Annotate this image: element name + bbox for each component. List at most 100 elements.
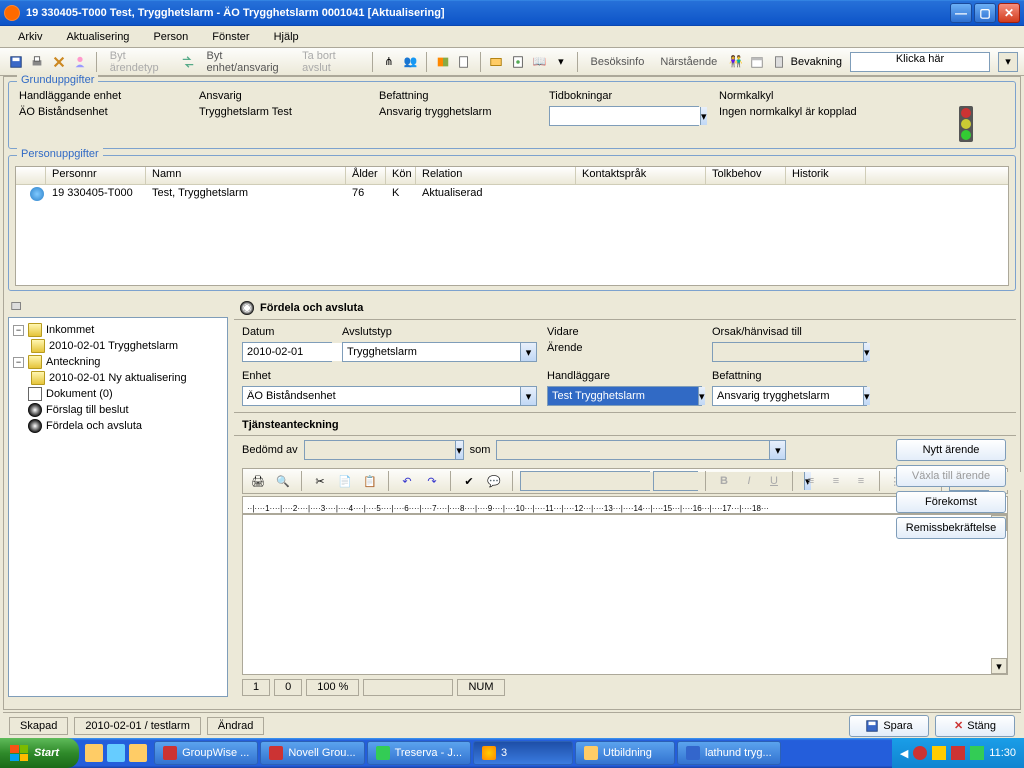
menu-aktualisering[interactable]: Aktualisering <box>56 29 139 45</box>
narstaende-button[interactable]: Närstående <box>653 53 724 71</box>
tray-expand-icon[interactable]: ◀ <box>900 747 908 760</box>
menu-arkiv[interactable]: Arkiv <box>8 29 52 45</box>
people-icon[interactable]: 👫 <box>726 51 745 73</box>
ql-icon-3[interactable] <box>129 744 147 762</box>
scroll-down-icon[interactable]: ▾ <box>991 658 1007 674</box>
tree-tool-icon[interactable] <box>8 297 26 315</box>
book2-icon[interactable]: 📖 <box>530 51 549 73</box>
besoksinfo-button[interactable]: Besöksinfo <box>584 53 652 71</box>
rt-align-center-icon[interactable]: ≡ <box>825 470 847 492</box>
quick-launch <box>85 744 147 762</box>
vaxla-button[interactable]: Växla till ärende <box>896 465 1006 487</box>
task-treserva[interactable]: Treserva - J... <box>367 741 471 765</box>
handlaggare-combo[interactable]: ▾ <box>547 386 702 406</box>
col-historik[interactable]: Historik <box>786 167 866 184</box>
collapse-icon[interactable]: − <box>13 325 24 336</box>
rt-italic-icon[interactable]: I <box>738 470 760 492</box>
rt-redo-icon[interactable]: ↷ <box>421 470 443 492</box>
book-icon[interactable] <box>433 51 452 73</box>
col-relation[interactable]: Relation <box>416 167 576 184</box>
col-kontaktsprak[interactable]: Kontaktspråk <box>576 167 706 184</box>
spara-button[interactable]: Spara <box>849 715 929 737</box>
minimize-button[interactable]: — <box>950 3 972 23</box>
collapse-icon[interactable]: − <box>13 357 24 368</box>
stang-button[interactable]: ✕ Stäng <box>935 715 1015 737</box>
menu-fonster[interactable]: Fönster <box>202 29 259 45</box>
tja-header: Tjänsteanteckning <box>234 412 1016 436</box>
ql-icon-2[interactable] <box>107 744 125 762</box>
rt-spell-icon[interactable]: ✔ <box>458 470 480 492</box>
dropdown-icon[interactable]: ▾ <box>551 51 570 73</box>
tree-inkommet-child[interactable]: 2010-02-01 Trygghetslarm <box>31 338 223 354</box>
delete-icon[interactable] <box>49 51 68 73</box>
swap-icon[interactable] <box>178 51 197 73</box>
rt-cut-icon[interactable]: ✂ <box>309 470 331 492</box>
mail-icon[interactable] <box>487 51 506 73</box>
byt-enhet-button[interactable]: Byt enhet/ansvarig <box>200 47 294 77</box>
task-lathund[interactable]: lathund tryg... <box>677 741 781 765</box>
doc-icon[interactable] <box>454 51 473 73</box>
task-active[interactable]: 3 <box>473 741 573 765</box>
tree-forslag[interactable]: Förslag till beslut <box>13 402 223 418</box>
rt-underline-icon[interactable]: U <box>763 470 785 492</box>
rt-bold-icon[interactable]: B <box>713 470 735 492</box>
main-toolbar: Byt ärendetyp Byt enhet/ansvarig Ta bort… <box>0 48 1024 76</box>
tree-dokument[interactable]: Dokument (0) <box>13 386 223 402</box>
close-button[interactable]: ✕ <box>998 3 1020 23</box>
befattning-combo[interactable]: ▾ <box>712 386 867 406</box>
person-row[interactable]: 19 330405-T000 Test, Trygghetslarm 76 K … <box>16 185 1008 203</box>
tree-fordela[interactable]: Fördela och avsluta <box>13 418 223 434</box>
page-icon[interactable] <box>508 51 527 73</box>
tree-inkommet[interactable]: − Inkommet <box>13 322 223 338</box>
rt-print-icon[interactable]: 🖨 <box>247 470 269 492</box>
rt-copy-icon[interactable]: 📄 <box>334 470 356 492</box>
menu-hjalp[interactable]: Hjälp <box>264 29 309 45</box>
tray-icon-4[interactable] <box>970 746 984 760</box>
rt-bubble-icon[interactable]: 💬 <box>483 470 505 492</box>
forekomst-button[interactable]: Förekomst <box>896 491 1006 513</box>
print-icon[interactable] <box>27 51 46 73</box>
rt-size-combo[interactable]: ▾ <box>653 471 698 491</box>
nytt-arende-button[interactable]: Nytt ärende <box>896 439 1006 461</box>
enhet-combo[interactable]: ▾ <box>242 386 537 406</box>
klicka-select[interactable]: Klicka här <box>850 52 990 72</box>
col-kon[interactable]: Kön <box>386 167 416 184</box>
tray-icon-2[interactable] <box>932 746 946 760</box>
rt-font-combo[interactable]: ▾ <box>520 471 650 491</box>
rt-preview-icon[interactable]: 🔍 <box>272 470 294 492</box>
tidbokningar-combo[interactable]: ▾ <box>549 106 699 126</box>
save-icon[interactable] <box>6 51 25 73</box>
start-button[interactable]: Start <box>0 738 79 768</box>
col-alder[interactable]: Ålder <box>346 167 386 184</box>
user-icon[interactable] <box>70 51 89 73</box>
ql-icon-1[interactable] <box>85 744 103 762</box>
col-namn[interactable]: Namn <box>146 167 346 184</box>
task-groupwise[interactable]: GroupWise ... <box>154 741 258 765</box>
orsak-combo[interactable]: ▾ <box>712 342 867 362</box>
col-tolkbehov[interactable]: Tolkbehov <box>706 167 786 184</box>
rt-undo-icon[interactable]: ↶ <box>396 470 418 492</box>
task-utbildning[interactable]: Utbildning <box>575 741 675 765</box>
datum-input[interactable]: ▾ <box>242 342 332 362</box>
rt-paste-icon[interactable]: 📋 <box>359 470 381 492</box>
tree-anteckning-child[interactable]: 2010-02-01 Ny aktualisering <box>31 370 223 386</box>
tray-icon-1[interactable] <box>913 746 927 760</box>
bedomd-av-combo[interactable]: ▾ <box>304 440 464 460</box>
tray-icon-3[interactable] <box>951 746 965 760</box>
tool-icon-2[interactable]: 👥 <box>401 51 420 73</box>
som-combo[interactable]: ▾ <box>496 440 786 460</box>
text-editor[interactable]: ▴ ▾ <box>242 514 1008 675</box>
rt-align-right-icon[interactable]: ≡ <box>850 470 872 492</box>
col-personnr[interactable]: Personnr <box>46 167 146 184</box>
calendar-icon[interactable] <box>748 51 767 73</box>
avslutstyp-combo[interactable]: ▾ <box>342 342 537 362</box>
klicka-dropdown[interactable]: ▾ <box>998 52 1018 72</box>
maximize-button[interactable]: ▢ <box>974 3 996 23</box>
rt-align-left-icon[interactable]: ≡ <box>800 470 822 492</box>
tree-anteckning[interactable]: − Anteckning <box>13 354 223 370</box>
remiss-button[interactable]: Remissbekräftelse <box>896 517 1006 539</box>
tool-icon-1[interactable]: ⋔ <box>379 51 398 73</box>
menu-person[interactable]: Person <box>143 29 198 45</box>
clipboard-icon[interactable] <box>769 51 788 73</box>
task-novell[interactable]: Novell Grou... <box>260 741 364 765</box>
